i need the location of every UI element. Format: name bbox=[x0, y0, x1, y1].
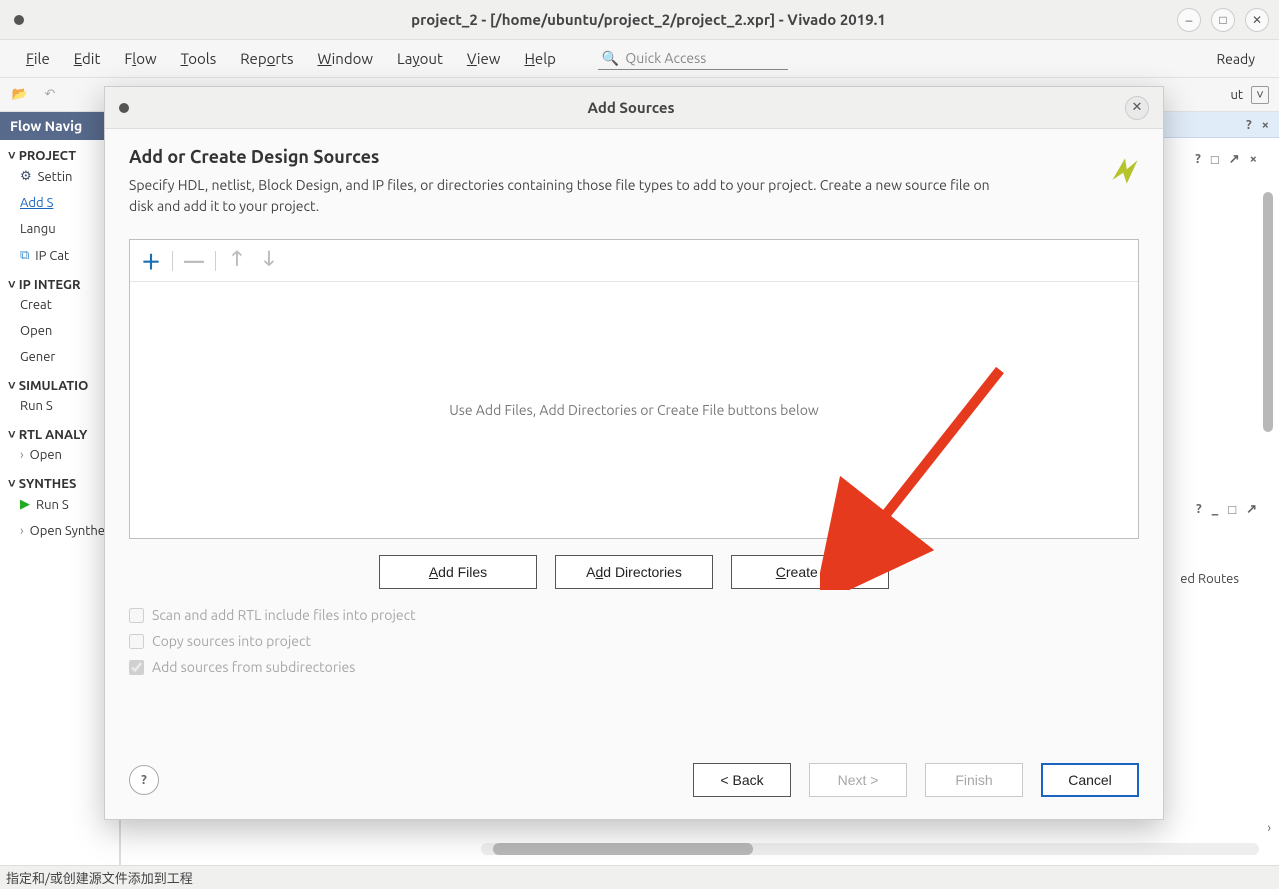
check-copy-sources: Copy sources into project bbox=[129, 633, 1139, 649]
sidebar-item-create-bd[interactable]: Creat bbox=[0, 292, 119, 318]
statusbar: 指定和/或创建源文件添加到工程 bbox=[0, 865, 1279, 889]
search-icon: 🔍 bbox=[602, 50, 619, 67]
check-scan-rtl: Scan and add RTL include files into proj… bbox=[129, 607, 1139, 623]
horizontal-scroll-thumb[interactable] bbox=[493, 843, 753, 855]
gear-icon: ⚙ bbox=[20, 169, 32, 184]
open-project-icon[interactable]: 📂 bbox=[10, 85, 30, 105]
horizontal-scrollbar[interactable] bbox=[481, 843, 1259, 855]
play-icon: ▶ bbox=[20, 497, 30, 512]
flow-navigator: Flow Navig PROJECT ⚙Settin Add S Langu ⧉… bbox=[0, 112, 120, 865]
help-icon[interactable]: ? bbox=[1246, 118, 1252, 132]
remove-icon: ― bbox=[183, 250, 205, 272]
sidebar-item-open-bd[interactable]: Open bbox=[0, 318, 119, 344]
dialog-body: ＋ ― 🡑 🡓 Use Add Files, Add Directories o… bbox=[105, 225, 1163, 755]
undo-icon[interactable]: ↶ bbox=[40, 85, 60, 105]
status-ready: Ready bbox=[1216, 51, 1265, 67]
sidebar-item-open-elaborated[interactable]: Open bbox=[0, 442, 119, 468]
sidebar-item-add-sources[interactable]: Add S bbox=[0, 190, 119, 216]
dialog-header: Add or Create Design Sources Specify HDL… bbox=[105, 129, 1163, 225]
section-simulation[interactable]: SIMULATIO bbox=[0, 370, 119, 393]
add-sources-dialog: Add Sources ✕ Add or Create Design Sourc… bbox=[104, 86, 1164, 820]
sources-list-box: ＋ ― 🡑 🡓 Use Add Files, Add Directories o… bbox=[129, 239, 1139, 539]
menu-layout[interactable]: Layout bbox=[385, 44, 455, 73]
window-menu-dot[interactable] bbox=[14, 15, 24, 25]
menu-help[interactable]: Help bbox=[512, 44, 567, 73]
finish-button: Finish bbox=[925, 763, 1023, 797]
create-file-button[interactable]: Create File bbox=[731, 555, 889, 589]
dialog-close-button[interactable]: ✕ bbox=[1125, 96, 1149, 120]
layout-label-fragment: ut bbox=[1230, 88, 1243, 102]
dialog-titlebar: Add Sources ✕ bbox=[105, 87, 1163, 129]
options-checkboxes: Scan and add RTL include files into proj… bbox=[129, 607, 1139, 675]
add-directories-button[interactable]: Add Directories bbox=[555, 555, 713, 589]
table-header-fragment: ed Routes bbox=[1180, 572, 1239, 586]
panel2-popout-icon[interactable]: ↗ bbox=[1246, 502, 1257, 517]
cancel-button[interactable]: Cancel bbox=[1041, 763, 1139, 797]
move-up-icon: 🡑 bbox=[226, 250, 248, 272]
panel2-dock-icon[interactable]: □ bbox=[1228, 502, 1236, 517]
section-project[interactable]: PROJECT bbox=[0, 140, 119, 163]
menu-view[interactable]: View bbox=[455, 44, 513, 73]
dialog-title: Add Sources bbox=[137, 99, 1125, 116]
file-action-buttons: Add Files Add Directories Create File bbox=[129, 555, 1139, 589]
flow-navigator-header: Flow Navig bbox=[0, 112, 119, 140]
toolbar-separator bbox=[215, 251, 216, 271]
dialog-help-button[interactable]: ? bbox=[129, 765, 159, 795]
close-window-button[interactable]: ✕ bbox=[1245, 8, 1269, 32]
section-synthesis[interactable]: SYNTHES bbox=[0, 468, 119, 491]
dialog-footer: ? < Back Next > Finish Cancel bbox=[105, 755, 1163, 819]
minimize-button[interactable]: ‒ bbox=[1177, 8, 1201, 32]
sidebar-item-run-simulation[interactable]: Run S bbox=[0, 393, 119, 419]
section-rtl-analysis[interactable]: RTL ANALY bbox=[0, 419, 119, 442]
window-titlebar: project_2 - [/home/ubuntu/project_2/proj… bbox=[0, 0, 1279, 40]
statusbar-text: 指定和/或创建源文件添加到工程 bbox=[6, 868, 193, 887]
sidebar-item-run-synthesis[interactable]: ▶Run S bbox=[0, 491, 119, 518]
menu-flow[interactable]: Flow bbox=[112, 44, 168, 73]
sources-placeholder-text: Use Add Files, Add Directories or Create… bbox=[130, 282, 1138, 538]
section-ip-integrator[interactable]: IP INTEGR bbox=[0, 269, 119, 292]
sidebar-item-open-synthesized[interactable]: Open Synthesized Design bbox=[0, 518, 119, 544]
scroll-right-arrow[interactable]: › bbox=[1267, 821, 1271, 835]
maximize-button[interactable]: □ bbox=[1211, 8, 1235, 32]
next-button: Next > bbox=[809, 763, 907, 797]
check-copy-sources-input bbox=[129, 634, 144, 649]
add-files-button[interactable]: Add Files bbox=[379, 555, 537, 589]
sources-toolbar: ＋ ― 🡑 🡓 bbox=[130, 240, 1138, 282]
panel2-min-icon[interactable]: _ bbox=[1212, 502, 1218, 517]
quick-access-search[interactable]: 🔍 Quick Access bbox=[598, 48, 788, 70]
menubar: File Edit Flow Tools Reports Window Layo… bbox=[0, 40, 1279, 78]
window-title: project_2 - [/home/ubuntu/project_2/proj… bbox=[32, 11, 1265, 28]
check-subdirs-input bbox=[129, 660, 144, 675]
toolbar-separator bbox=[172, 251, 173, 271]
sidebar-item-language[interactable]: Langu bbox=[0, 216, 119, 242]
check-subdirectories: Add sources from subdirectories bbox=[129, 659, 1139, 675]
back-button[interactable]: < Back bbox=[693, 763, 791, 797]
move-down-icon: 🡓 bbox=[258, 250, 280, 272]
menu-edit[interactable]: Edit bbox=[62, 44, 113, 73]
ip-icon: ⧉ bbox=[20, 248, 29, 263]
panel2-help-icon[interactable]: ? bbox=[1196, 502, 1202, 517]
dialog-menu-dot[interactable] bbox=[119, 103, 129, 113]
menu-tools[interactable]: Tools bbox=[169, 44, 229, 73]
layout-dropdown[interactable]: ˅ bbox=[1251, 86, 1269, 104]
add-icon[interactable]: ＋ bbox=[140, 250, 162, 272]
dialog-heading: Add or Create Design Sources bbox=[129, 147, 1139, 167]
menu-file[interactable]: File bbox=[14, 44, 62, 73]
check-scan-rtl-input bbox=[129, 608, 144, 623]
sidebar-item-generate-bd[interactable]: Gener bbox=[0, 344, 119, 370]
sidebar-item-settings[interactable]: ⚙Settin bbox=[0, 163, 119, 190]
vivado-logo-icon bbox=[1107, 153, 1143, 189]
panel-close-icon[interactable]: × bbox=[1262, 118, 1269, 132]
menu-window[interactable]: Window bbox=[305, 44, 385, 73]
sidebar-item-ip-catalog[interactable]: ⧉IP Cat bbox=[0, 242, 119, 269]
menu-reports[interactable]: Reports bbox=[228, 44, 305, 73]
quick-access-placeholder: Quick Access bbox=[625, 50, 706, 66]
dialog-description: Specify HDL, netlist, Block Design, and … bbox=[129, 175, 1009, 217]
